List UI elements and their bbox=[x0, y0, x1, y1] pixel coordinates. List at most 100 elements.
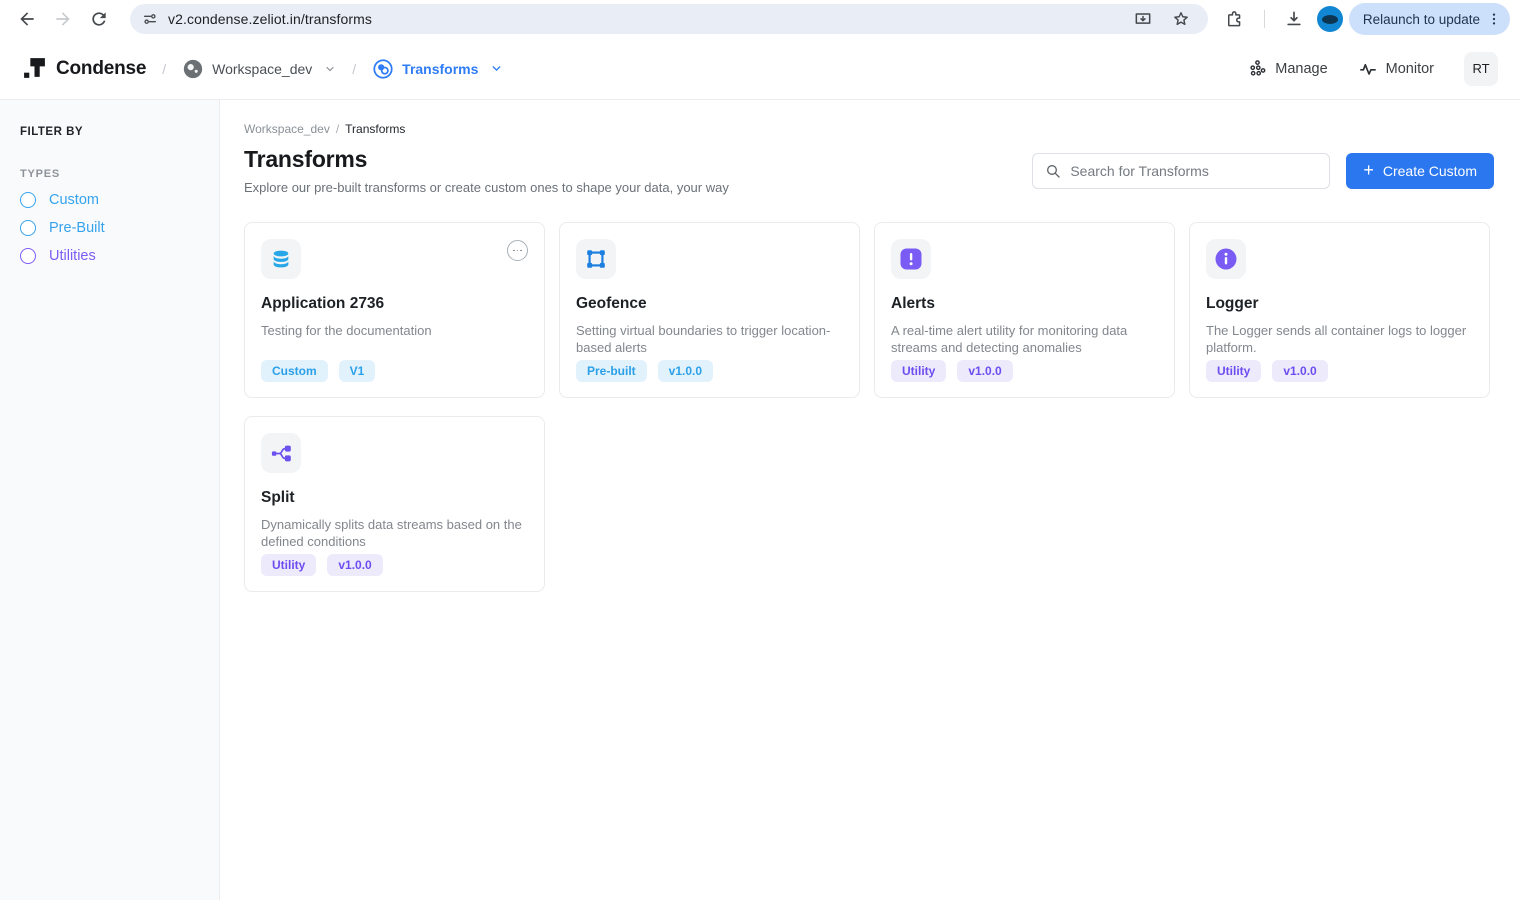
header-slash: / bbox=[162, 61, 166, 77]
type-filter-list: Custom Pre-Built Utilities bbox=[20, 192, 199, 264]
transform-card[interactable]: Application 2736 Testing for the documen… bbox=[244, 222, 545, 398]
brand[interactable]: Condense bbox=[22, 56, 146, 81]
reload-button[interactable] bbox=[82, 2, 116, 36]
site-settings-icon[interactable] bbox=[142, 11, 158, 27]
page-title-block: Transforms Explore our pre-built transfo… bbox=[244, 146, 729, 195]
forward-button[interactable] bbox=[46, 2, 80, 36]
back-icon bbox=[17, 9, 37, 29]
user-avatar[interactable]: RT bbox=[1464, 52, 1498, 86]
transform-title: Alerts bbox=[891, 295, 1158, 313]
header-slash-2: / bbox=[352, 61, 356, 77]
install-app-icon bbox=[1133, 9, 1153, 29]
radio-icon[interactable] bbox=[20, 248, 36, 264]
card-ellipsis-menu-button[interactable] bbox=[507, 240, 528, 261]
sidebar-type-option[interactable]: Custom bbox=[20, 192, 199, 208]
bookmark-star-icon bbox=[1171, 9, 1191, 29]
transform-tags: Pre-built v1.0.0 bbox=[576, 360, 713, 382]
bookmark-button[interactable] bbox=[1164, 2, 1198, 36]
breadcrumb: Workspace_dev / Transforms bbox=[244, 122, 1494, 136]
workspace-chevron-down-icon bbox=[324, 63, 336, 75]
app-header: Condense / Workspace_dev / Transforms bbox=[0, 38, 1520, 100]
downloads-button[interactable] bbox=[1277, 2, 1311, 36]
monitor-pulse-icon bbox=[1358, 59, 1378, 79]
tag-utility: Utility bbox=[1206, 360, 1261, 382]
transform-card[interactable]: Alerts A real-time alert utility for mon… bbox=[874, 222, 1175, 398]
transform-tags: Utility v1.0.0 bbox=[891, 360, 1013, 382]
transforms-label: Transforms bbox=[402, 61, 478, 77]
sidebar-type-option[interactable]: Utilities bbox=[20, 248, 199, 264]
search-box[interactable] bbox=[1032, 153, 1330, 189]
workspace-selector[interactable]: Workspace_dev bbox=[182, 58, 336, 80]
plus-icon: + bbox=[1363, 161, 1374, 179]
split-icon bbox=[261, 433, 301, 473]
filter-by-heading: FILTER BY bbox=[20, 126, 199, 138]
transforms-selector[interactable]: Transforms bbox=[372, 58, 503, 80]
transform-title: Geofence bbox=[576, 295, 843, 313]
monitor-label: Monitor bbox=[1386, 61, 1434, 77]
tag-v1-0-0: v1.0.0 bbox=[658, 360, 713, 382]
search-input[interactable] bbox=[1070, 163, 1317, 179]
url-bar[interactable]: v2.condense.zeliot.in/transforms bbox=[130, 4, 1208, 34]
extensions-puzzle-icon bbox=[1225, 9, 1245, 29]
install-app-button[interactable] bbox=[1126, 2, 1160, 36]
breadcrumb-current: Transforms bbox=[345, 122, 405, 136]
tag-v1-0-0: v1.0.0 bbox=[327, 554, 382, 576]
tag-v1: V1 bbox=[339, 360, 376, 382]
browser-profile-avatar[interactable] bbox=[1317, 6, 1343, 32]
transform-tags: Utility v1.0.0 bbox=[261, 554, 383, 576]
transform-description: The Logger sends all container logs to l… bbox=[1206, 322, 1473, 356]
browser-actions: Relaunch to update bbox=[1218, 2, 1510, 36]
type-label-pre-built: Pre-Built bbox=[49, 220, 105, 236]
type-label-custom: Custom bbox=[49, 192, 99, 208]
transforms-icon bbox=[372, 58, 394, 80]
reload-icon bbox=[89, 9, 109, 29]
browser-menu-icon[interactable] bbox=[1480, 5, 1508, 33]
manage-nav-link[interactable]: Manage bbox=[1248, 59, 1327, 78]
tag-utility: Utility bbox=[261, 554, 316, 576]
breadcrumb-separator: / bbox=[336, 122, 339, 136]
create-custom-label: Create Custom bbox=[1383, 163, 1477, 179]
main-content: Workspace_dev / Transforms Transforms Ex… bbox=[220, 100, 1520, 900]
database-icon bbox=[261, 239, 301, 279]
transforms-grid: Application 2736 Testing for the documen… bbox=[244, 222, 1494, 592]
browser-toolbar: v2.condense.zeliot.in/transforms bbox=[0, 0, 1520, 38]
page-title: Transforms bbox=[244, 146, 729, 173]
transform-description: A real-time alert utility for monitoring… bbox=[891, 322, 1158, 356]
tag-custom: Custom bbox=[261, 360, 328, 382]
radio-icon[interactable] bbox=[20, 192, 36, 208]
breadcrumb-parent[interactable]: Workspace_dev bbox=[244, 122, 330, 136]
toolbar-divider bbox=[1264, 10, 1265, 28]
transform-card[interactable]: Logger The Logger sends all container lo… bbox=[1189, 222, 1490, 398]
transform-card[interactable]: Split Dynamically splits data streams ba… bbox=[244, 416, 545, 592]
alert-icon bbox=[891, 239, 931, 279]
type-label-utilities: Utilities bbox=[49, 248, 96, 264]
transform-card[interactable]: Geofence Setting virtual boundaries to t… bbox=[559, 222, 860, 398]
download-icon bbox=[1284, 9, 1304, 29]
relaunch-to-update-button[interactable]: Relaunch to update bbox=[1349, 3, 1510, 35]
types-heading: TYPES bbox=[20, 168, 199, 180]
radio-icon[interactable] bbox=[20, 220, 36, 236]
filter-sidebar: FILTER BY TYPES Custom Pre-Built Utiliti… bbox=[0, 100, 220, 900]
monitor-nav-link[interactable]: Monitor bbox=[1358, 59, 1434, 79]
tag-v1-0-0: v1.0.0 bbox=[957, 360, 1012, 382]
transform-description: Testing for the documentation bbox=[261, 322, 528, 339]
url-text[interactable]: v2.condense.zeliot.in/transforms bbox=[168, 11, 1126, 27]
workspace-name: Workspace_dev bbox=[212, 61, 312, 77]
extensions-button[interactable] bbox=[1218, 2, 1252, 36]
back-button[interactable] bbox=[10, 2, 44, 36]
transform-title: Application 2736 bbox=[261, 295, 528, 313]
page-subtitle: Explore our pre-built transforms or crea… bbox=[244, 180, 729, 195]
sidebar-type-option[interactable]: Pre-Built bbox=[20, 220, 199, 236]
tag-v1-0-0: v1.0.0 bbox=[1272, 360, 1327, 382]
create-custom-button[interactable]: + Create Custom bbox=[1346, 153, 1494, 189]
forward-icon bbox=[53, 9, 73, 29]
transform-tags: Utility v1.0.0 bbox=[1206, 360, 1328, 382]
relaunch-label: Relaunch to update bbox=[1363, 12, 1480, 27]
tag-utility: Utility bbox=[891, 360, 946, 382]
transform-description: Dynamically splits data streams based on… bbox=[261, 516, 528, 550]
tag-pre-built: Pre-built bbox=[576, 360, 647, 382]
transform-title: Logger bbox=[1206, 295, 1473, 313]
transform-description: Setting virtual boundaries to trigger lo… bbox=[576, 322, 843, 356]
condense-logo-icon bbox=[22, 56, 47, 81]
workspace-icon bbox=[182, 58, 204, 80]
